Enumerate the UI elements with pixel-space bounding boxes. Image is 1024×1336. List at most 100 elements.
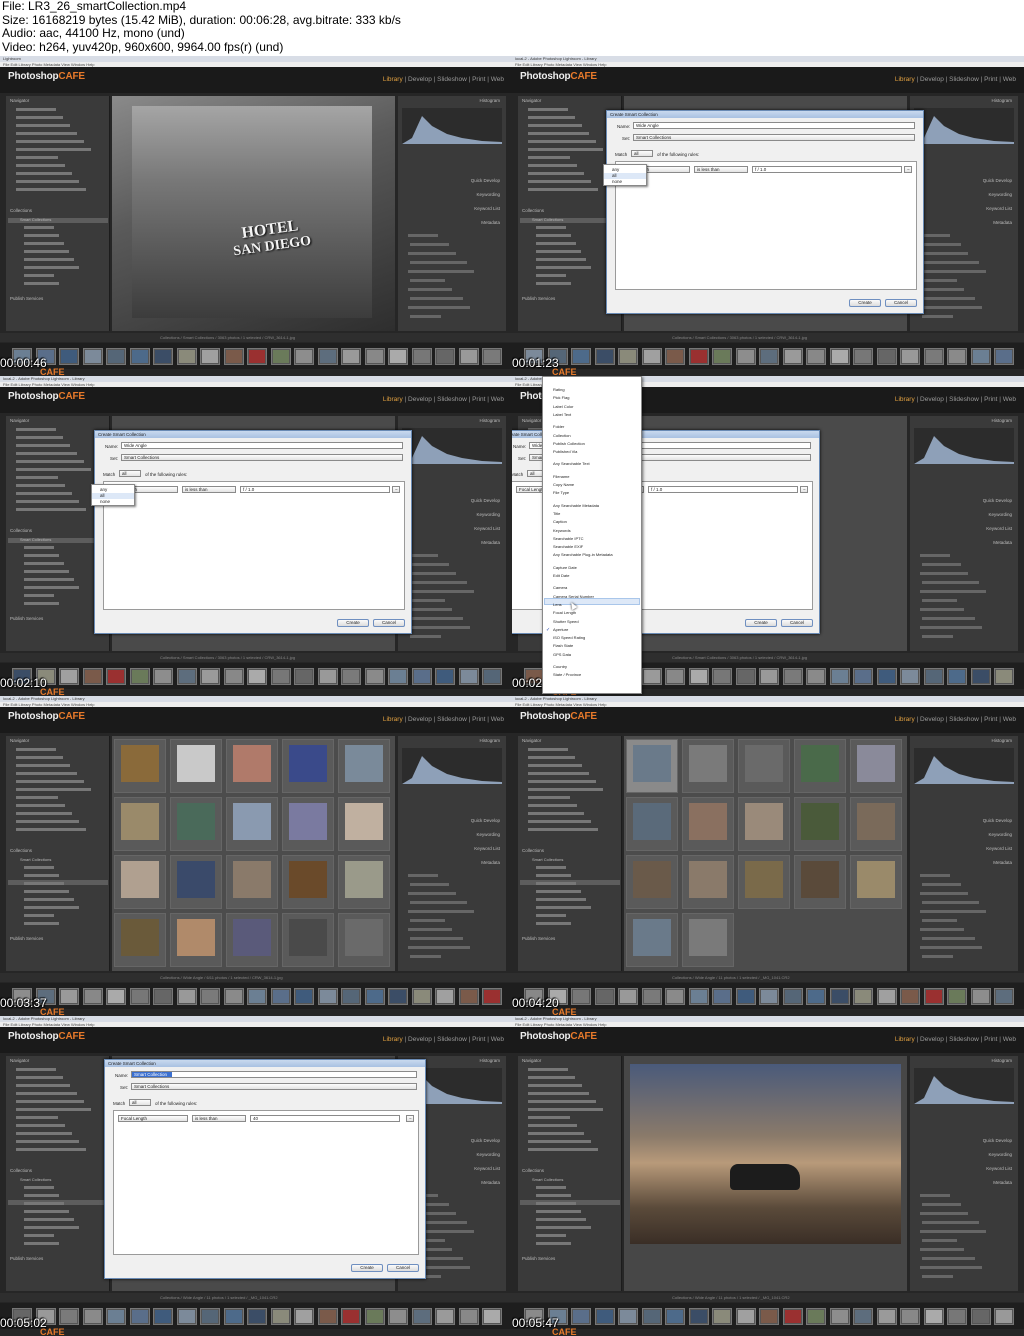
folder-row[interactable] — [16, 820, 79, 823]
keywording-header[interactable]: Keywording — [476, 512, 500, 517]
filmstrip-image[interactable] — [902, 670, 918, 683]
filmstrip-thumb[interactable] — [712, 668, 732, 685]
quick-develop-header[interactable]: Quick Develop — [471, 818, 500, 823]
filmstrip-image[interactable] — [178, 990, 195, 1003]
filmstrip-image[interactable] — [319, 1310, 336, 1323]
filmstrip-image[interactable] — [178, 670, 195, 683]
filmstrip-thumb[interactable] — [270, 988, 291, 1005]
filmstrip-thumb[interactable] — [341, 1308, 361, 1325]
histogram-header[interactable]: Histogram — [991, 418, 1012, 423]
filmstrip-image[interactable] — [437, 990, 453, 1003]
filmstrip-image[interactable] — [460, 1310, 477, 1323]
set-select[interactable]: Smart Collections — [633, 134, 915, 141]
match-dropdown[interactable]: any all none — [91, 484, 135, 506]
collection-row[interactable] — [24, 1194, 59, 1197]
filmstrip-thumb[interactable] — [900, 1308, 920, 1325]
grid-thumbnail[interactable] — [689, 803, 727, 840]
filmstrip-thumb[interactable] — [59, 1308, 79, 1325]
grid-thumbnail[interactable] — [345, 803, 383, 840]
publish-services-header[interactable]: Publish Services — [10, 936, 43, 941]
filmstrip-image[interactable] — [155, 670, 171, 683]
grid-cell[interactable] — [338, 739, 390, 793]
grid-thumbnail[interactable] — [633, 803, 671, 840]
grid-thumbnail[interactable] — [289, 919, 327, 956]
collection-row[interactable] — [24, 922, 59, 925]
collection-row[interactable] — [536, 266, 591, 269]
grid-cell[interactable] — [738, 855, 790, 909]
module-library[interactable]: Library — [895, 76, 915, 83]
grid-thumbnail[interactable] — [345, 919, 383, 956]
filmstrip-image[interactable] — [484, 670, 500, 683]
metadata-header[interactable]: Metadata — [993, 1180, 1012, 1185]
filmstrip-thumb[interactable] — [994, 668, 1014, 685]
filmstrip-thumb[interactable] — [388, 1308, 408, 1325]
rule-field-option[interactable]: Title — [553, 511, 560, 516]
filmstrip-image[interactable] — [596, 350, 613, 363]
grid-cell[interactable] — [738, 739, 790, 793]
folder-row[interactable] — [528, 748, 568, 751]
filmstrip-image[interactable] — [272, 990, 289, 1003]
folder-row[interactable] — [16, 148, 91, 151]
grid-thumbnail[interactable] — [345, 745, 383, 782]
collection-row[interactable] — [24, 586, 79, 589]
module-library[interactable]: Library — [895, 396, 915, 403]
rule-field-option[interactable]: Folder — [553, 424, 564, 429]
smart-collections-label[interactable]: Smart Collections — [532, 217, 563, 222]
keyword-list-header[interactable]: Keyword List — [474, 526, 500, 531]
filmstrip-image[interactable] — [61, 670, 77, 683]
module-picker[interactable]: Library | Develop | Slideshow | Print | … — [383, 1036, 504, 1043]
filmstrip-thumb[interactable] — [759, 668, 779, 685]
grid-cell[interactable] — [338, 855, 390, 909]
filmstrip-image[interactable] — [437, 1310, 453, 1323]
module-picker[interactable]: Library | Develop | Slideshow | Print | … — [895, 1036, 1016, 1043]
grid-thumbnail[interactable] — [633, 861, 671, 898]
keywording-header[interactable]: Keywording — [476, 192, 500, 197]
rule-field-option[interactable]: Any Searchable Metadata — [553, 503, 599, 508]
grid-cell[interactable] — [682, 797, 734, 851]
smart-collections-label[interactable]: Smart Collections — [20, 217, 51, 222]
rule-field-option[interactable]: Caption — [553, 519, 567, 524]
remove-rule-button[interactable]: − — [406, 1115, 414, 1122]
grid-cell[interactable] — [738, 797, 790, 851]
filmstrip-image[interactable] — [131, 1310, 148, 1323]
filmstrip-thumb[interactable] — [829, 348, 850, 365]
filmstrip-image[interactable] — [202, 1310, 218, 1323]
filmstrip-image[interactable] — [643, 670, 660, 683]
filmstrip-image[interactable] — [996, 990, 1012, 1003]
module-picker[interactable]: Library | Develop | Slideshow | Print | … — [383, 76, 504, 83]
filmstrip-thumb[interactable] — [970, 348, 991, 365]
filmstrip-thumb[interactable] — [571, 988, 591, 1005]
filmstrip-thumb[interactable] — [970, 1308, 991, 1325]
filmstrip-image[interactable] — [343, 670, 359, 683]
filmstrip-thumb[interactable] — [641, 1308, 662, 1325]
filmstrip-thumb[interactable] — [294, 348, 314, 365]
filmstrip-thumb[interactable] — [806, 1308, 826, 1325]
filmstrip-thumb[interactable] — [759, 1308, 779, 1325]
module-others[interactable]: | Develop | Slideshow | Print | Web — [403, 76, 505, 83]
filmstrip-image[interactable] — [225, 1310, 242, 1323]
folder-row[interactable] — [528, 1140, 591, 1143]
collection-row[interactable] — [24, 282, 59, 285]
folder-row[interactable] — [528, 1108, 603, 1111]
filmstrip-image[interactable] — [761, 990, 777, 1003]
collection-row[interactable] — [24, 234, 59, 237]
filmstrip-image[interactable] — [949, 990, 965, 1003]
filmstrip-image[interactable] — [131, 350, 148, 363]
rule-value-input[interactable]: f / 1.0 — [648, 486, 798, 493]
filmstrip-image[interactable] — [296, 990, 312, 1003]
filmstrip-image[interactable] — [413, 670, 430, 683]
filmstrip-thumb[interactable] — [176, 348, 197, 365]
grid-cell[interactable] — [282, 913, 334, 967]
filmstrip-thumb[interactable] — [153, 668, 173, 685]
filmstrip-thumb[interactable] — [735, 988, 756, 1005]
folder-row[interactable] — [16, 172, 72, 175]
folder-row[interactable] — [16, 1132, 72, 1135]
filmstrip-thumb[interactable] — [994, 988, 1014, 1005]
grid-cell[interactable] — [282, 855, 334, 909]
keyword-list-header[interactable]: Keyword List — [474, 1166, 500, 1171]
filmstrip-image[interactable] — [714, 990, 730, 1003]
filmstrip-image[interactable] — [878, 670, 895, 683]
collection-row[interactable] — [536, 1202, 576, 1205]
collection-row[interactable] — [24, 1210, 69, 1213]
folder-row[interactable] — [16, 1124, 65, 1127]
